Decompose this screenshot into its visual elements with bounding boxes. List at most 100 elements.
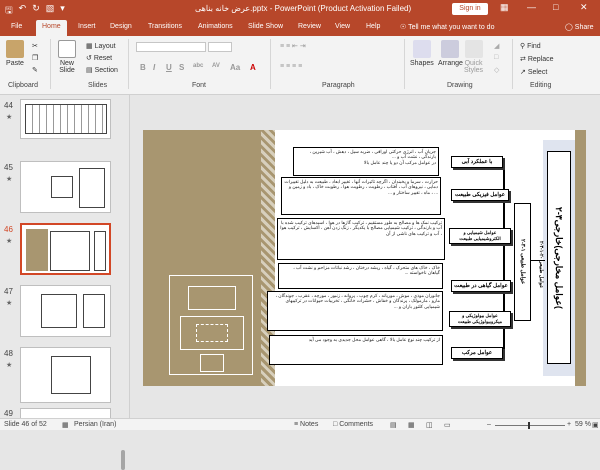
text-box[interactable]: حرارت ، سرما و یخبندان ، اگرچه تاثیرات آ… — [281, 177, 441, 215]
copy-icon[interactable]: ❐ — [32, 54, 38, 62]
slide-thumbnail-49[interactable] — [20, 408, 111, 418]
slide-number: 45 — [4, 163, 13, 172]
tab-transitions[interactable]: Transitions — [148, 23, 182, 30]
text-box[interactable]: ترکیب نمک ها و مصالح به طور مستقیم ، ترک… — [277, 218, 445, 260]
slide-thumbnail-46[interactable] — [20, 223, 111, 275]
font-size-box[interactable] — [208, 42, 232, 52]
minimize-icon[interactable]: — — [527, 2, 536, 12]
arrange-button[interactable]: Arrange — [438, 40, 463, 67]
slide-sorter-icon[interactable]: ▦ — [408, 421, 415, 429]
slide-thumbnail-45[interactable] — [20, 161, 111, 213]
zoom-in-icon[interactable]: + — [567, 421, 571, 428]
slide-thumbnail-pane: 44 ★ 45 ★ 46 ★ 47 ★ 48 ★ 49 — [0, 95, 130, 470]
tab-animations[interactable]: Animations — [198, 23, 233, 30]
zoom-level[interactable]: 59 % — [575, 421, 591, 428]
layout-button[interactable]: ▦ Layout — [86, 42, 116, 50]
slide-thumbnail-47[interactable] — [20, 285, 111, 337]
char-spacing-button[interactable]: AV — [212, 63, 220, 69]
spellcheck-icon[interactable]: ▦ — [62, 421, 69, 429]
group-slides: Slides — [88, 82, 108, 89]
slideshow-view-icon[interactable]: ▭ — [444, 421, 451, 429]
thumbnail-diagram — [83, 294, 105, 328]
slide-main-title[interactable]: ۲-۳عوامل مخارجی)خارجی( — [547, 151, 571, 364]
tab-home[interactable]: Home — [36, 20, 67, 36]
shape-fill-icon[interactable]: ◢ — [494, 42, 499, 50]
normal-view-icon[interactable]: ▤ — [390, 421, 397, 429]
shape-effects-icon[interactable]: ◇ — [494, 66, 499, 74]
section-subheading[interactable]: ۲-۳-۱-۲- عوامل طبیعی — [535, 206, 547, 324]
bold-button[interactable]: B — [140, 63, 146, 72]
comments-button[interactable]: □ Comments — [333, 421, 373, 428]
save-icon[interactable]: 🖫 — [5, 3, 13, 19]
section-heading[interactable]: ۲-۳-۱ عوامل طبیعی — [514, 203, 531, 321]
share-button[interactable]: ◯ Share — [565, 23, 593, 31]
shadow-button[interactable]: S — [179, 63, 184, 72]
category-label[interactable]: عوامل شیمیایی و الکتروشیمیایی طبیعت — [449, 228, 511, 244]
present-icon[interactable]: ▧ — [46, 3, 55, 19]
category-label[interactable]: عوامل مرکب — [451, 347, 503, 359]
tab-slide-show[interactable]: Slide Show — [248, 23, 283, 30]
text-box[interactable]: خاک ، خاک های متحرک ، گیاه ، ریشه درختان… — [278, 263, 443, 289]
font-name-box[interactable] — [136, 42, 206, 52]
slide-counter: Slide 46 of 52 — [4, 421, 47, 428]
format-painter-icon[interactable]: ✎ — [32, 66, 38, 74]
paste-button[interactable]: Paste — [6, 40, 24, 67]
fit-slide-icon[interactable]: ▣ — [592, 421, 599, 429]
redo-icon[interactable]: ↻ — [32, 3, 40, 19]
find-button[interactable]: ⚲ Find — [520, 42, 541, 50]
italic-button[interactable]: I — [153, 63, 155, 72]
cut-icon[interactable]: ✂ — [32, 42, 38, 50]
text-box[interactable]: جریان آب ، انرژی حرکتی اوراقی ، ضربه سیل… — [293, 147, 439, 176]
select-button[interactable]: ↗ Select — [520, 68, 547, 76]
text-box[interactable]: جانوران موذی ، موش ، موریانه ، کرم چوب ،… — [267, 291, 443, 331]
replace-button[interactable]: ⇄ Replace — [520, 55, 554, 63]
category-label[interactable]: عوامل فیزیکی طبیعت — [451, 189, 509, 201]
thumbnail-background — [26, 229, 48, 271]
group-editing: Editing — [530, 82, 552, 89]
notes-button[interactable]: ≡ Notes — [294, 421, 318, 428]
ribbon-home: Paste ✂ ❐ ✎ Clipboard New Slide ▦ Layout… — [0, 36, 600, 95]
strikethrough-button[interactable]: abc — [193, 63, 203, 69]
shapes-button[interactable]: Shapes — [410, 40, 434, 67]
animation-star-icon: ★ — [6, 114, 13, 121]
zoom-slider-thumb[interactable] — [528, 422, 530, 429]
shape-outline-icon[interactable]: □ — [494, 54, 498, 61]
tab-review[interactable]: Review — [298, 23, 321, 30]
bullets-icon[interactable]: ≡ ≡ ⇤ ⇥ — [280, 42, 306, 50]
close-icon[interactable]: ✕ — [580, 2, 588, 13]
section-button[interactable]: ▤ Section — [86, 66, 118, 74]
category-label[interactable]: عوامل گیاهی در طبیعت — [451, 280, 511, 292]
tell-me-search[interactable]: ☉ Tell me what you want to do — [400, 23, 494, 31]
reset-button[interactable]: ↺ Reset — [86, 54, 112, 62]
underline-button[interactable]: U — [166, 63, 172, 72]
tab-file[interactable]: File — [11, 23, 22, 30]
category-label[interactable]: عوامل بیولوژیکی و میکروبیولوژیکی طبیعت — [449, 311, 511, 327]
text-box[interactable]: از ترکیب چند نوع عامل بالا ، گاهی عوامل … — [269, 335, 443, 365]
change-case-button[interactable]: Aa — [230, 63, 240, 72]
ribbon-display-icon[interactable]: ▦ — [500, 2, 509, 13]
zoom-slider[interactable] — [495, 425, 565, 426]
new-slide-button[interactable]: New Slide — [58, 40, 76, 74]
language-status[interactable]: Persian (Iran) — [74, 421, 116, 428]
reading-view-icon[interactable]: ◫ — [426, 421, 433, 429]
floor-plan-room — [200, 354, 224, 372]
thumbnail-scrollbar[interactable] — [121, 450, 125, 470]
slide-thumbnail-48[interactable] — [20, 347, 111, 403]
tab-help[interactable]: Help — [366, 23, 380, 30]
undo-icon[interactable]: ↶ — [19, 3, 27, 19]
sign-in-button[interactable]: Sign in — [452, 3, 488, 15]
tab-design[interactable]: Design — [110, 23, 132, 30]
tab-insert[interactable]: Insert — [78, 23, 96, 30]
zoom-out-icon[interactable]: – — [487, 421, 491, 428]
slide-thumbnail-44[interactable] — [20, 99, 111, 139]
select-icon: ↗ — [520, 69, 528, 76]
font-color-button[interactable]: A — [250, 63, 256, 72]
customize-icon[interactable]: ▾ — [60, 3, 65, 19]
quick-styles-button[interactable]: Quick Styles — [464, 40, 483, 74]
maximize-icon[interactable]: □ — [553, 2, 558, 12]
current-slide[interactable]: جریان آب ، انرژی حرکتی اوراقی ، ضربه سیل… — [143, 130, 586, 386]
align-icon[interactable]: ≡ ≡ ≡ ≡ — [280, 63, 302, 70]
animation-star-icon: ★ — [6, 238, 13, 245]
tab-view[interactable]: View — [335, 23, 350, 30]
category-label[interactable]: با عملکرد آبی — [451, 156, 503, 168]
